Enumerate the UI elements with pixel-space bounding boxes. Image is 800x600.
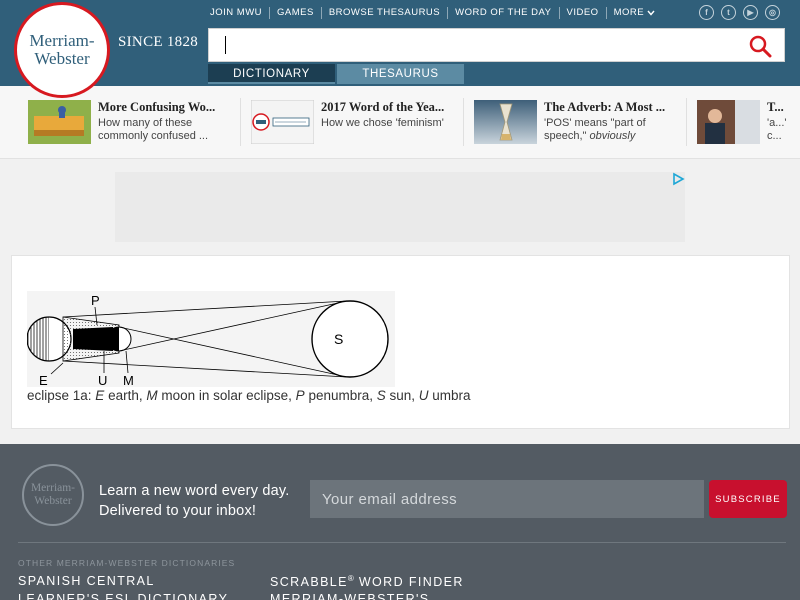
since-1828-text: SINCE 1828 (118, 34, 199, 50)
label-moon: M (123, 373, 134, 387)
scrabble-label: SCRABBLE (270, 575, 348, 590)
promo-title: T... (767, 100, 784, 114)
caption-penumbra-text: penumbra, (304, 388, 377, 403)
nav-word-of-the-day[interactable]: WORD OF THE DAY (447, 7, 558, 19)
promo-description: How many of these commonly confused ... (98, 117, 209, 142)
link-merriam-websters[interactable]: MERRIAM-WEBSTER'S (270, 592, 430, 600)
caption-symbol-p: P (295, 388, 305, 403)
label-earth: E (39, 373, 48, 387)
nav-more-label: MORE (613, 7, 645, 18)
promo-title: The Adverb: A Most ... (544, 100, 666, 114)
other-dictionaries-heading: OTHER MERRIAM-WEBSTER DICTIONARIES (18, 558, 236, 568)
text-cursor (225, 36, 226, 54)
footer-logo-line-2: Webster (34, 495, 72, 507)
search-input[interactable] (209, 29, 749, 61)
facebook-icon[interactable]: f (699, 5, 714, 20)
promo-divider (240, 98, 241, 146)
instagram-icon[interactable]: ◎ (765, 5, 780, 20)
search-bar (208, 28, 785, 62)
label-sun: S (334, 331, 343, 347)
illustration-caption: eclipse 1a: E earth, M moon in solar ecl… (27, 388, 471, 403)
caption-prefix: eclipse 1a: (27, 388, 96, 403)
link-spanish-central[interactable]: SPANISH CENTRAL (18, 574, 155, 588)
newsletter-line-1: Learn a new word every day. (99, 483, 290, 499)
tab-thesaurus[interactable]: THESAURUS (337, 64, 464, 84)
word-finder-label: WORD FINDER (358, 575, 464, 590)
footer-logo[interactable]: Merriam- Webster (22, 464, 84, 526)
merriam-webster-logo[interactable]: Merriam- Webster (14, 2, 110, 98)
nav-video[interactable]: VIDEO (558, 7, 606, 19)
registered-mark: ® (347, 574, 359, 583)
nav-join-mwu[interactable]: JOIN MWU (203, 7, 269, 19)
site-header: SINCE 1828 JOIN MWU GAMES BROWSE THESAUR… (0, 0, 800, 86)
promo-description: 'POS' means "part of speech," obviously (544, 117, 679, 143)
promo-thumbnail-image (251, 100, 314, 144)
logo-line-2: Webster (34, 49, 90, 68)
ad-choices-icon[interactable] (671, 172, 685, 186)
caption-symbol-u: U (418, 388, 429, 403)
email-field[interactable] (310, 480, 704, 518)
tab-dictionary[interactable]: DICTIONARY (208, 64, 335, 84)
footer-divider (18, 542, 786, 543)
promo-title: 2017 Word of the Yea... (321, 100, 445, 114)
top-nav: JOIN MWU GAMES BROWSE THESAURUS WORD OF … (203, 7, 662, 19)
caption-sun-text: sun, (385, 388, 419, 403)
promo-divider (686, 98, 687, 146)
advertisement[interactable] (115, 172, 685, 242)
caption-symbol-s: S (376, 388, 386, 403)
logo-line-1: Merriam- (29, 31, 95, 50)
youtube-icon[interactable]: ▶ (743, 5, 758, 20)
caption-umbra-text: umbra (428, 388, 471, 403)
promo-thumbnail-image (697, 100, 760, 144)
search-icon[interactable] (748, 34, 772, 58)
label-umbra: U (98, 373, 107, 387)
caption-symbol-m: M (146, 388, 158, 403)
promo-description-italic: obviously (589, 129, 636, 142)
nav-more[interactable]: MORE (605, 7, 663, 19)
caption-moon-text: moon in solar eclipse, (157, 388, 296, 403)
footer-logo-line-1: Merriam- (30, 482, 76, 494)
promo-title: More Confusing Wo... (98, 100, 216, 114)
newsletter-line-2: Delivered to your inbox! (99, 503, 257, 519)
nav-browse-thesaurus[interactable]: BROWSE THESAURUS (320, 7, 447, 19)
twitter-icon[interactable]: t (721, 5, 736, 20)
nav-games[interactable]: GAMES (269, 7, 321, 19)
promo-divider (463, 98, 464, 146)
promo-thumbnail-image (28, 100, 91, 144)
eclipse-diagram: P S E U M (27, 291, 395, 387)
site-footer: Merriam- Webster Learn a new word every … (0, 444, 800, 600)
illustration-card: P S E U M eclipse 1a: E earth, M moon in… (11, 255, 790, 429)
subscribe-button[interactable]: SUBSCRIBE (709, 480, 787, 518)
chevron-down-icon (647, 10, 655, 16)
promo-description: 'a...' c... (767, 117, 787, 142)
promo-description: How we chose 'feminism' (321, 117, 444, 129)
link-scrabble-word-finder[interactable]: SCRABBLE® WORD FINDER (270, 574, 464, 589)
promo-strip: More Confusing Wo... How many of these c… (0, 86, 800, 159)
promo-thumbnail-image (474, 100, 537, 144)
label-penumbra: P (91, 293, 100, 308)
caption-symbol-e: E (95, 388, 105, 403)
caption-earth-text: earth, (104, 388, 147, 403)
link-learners-esl-dictionary[interactable]: LEARNER'S ESL DICTIONARY (18, 592, 228, 600)
newsletter-pitch: Learn a new word every day. Delivered to… (99, 481, 290, 521)
social-links: f t ▶ ◎ (699, 5, 780, 20)
